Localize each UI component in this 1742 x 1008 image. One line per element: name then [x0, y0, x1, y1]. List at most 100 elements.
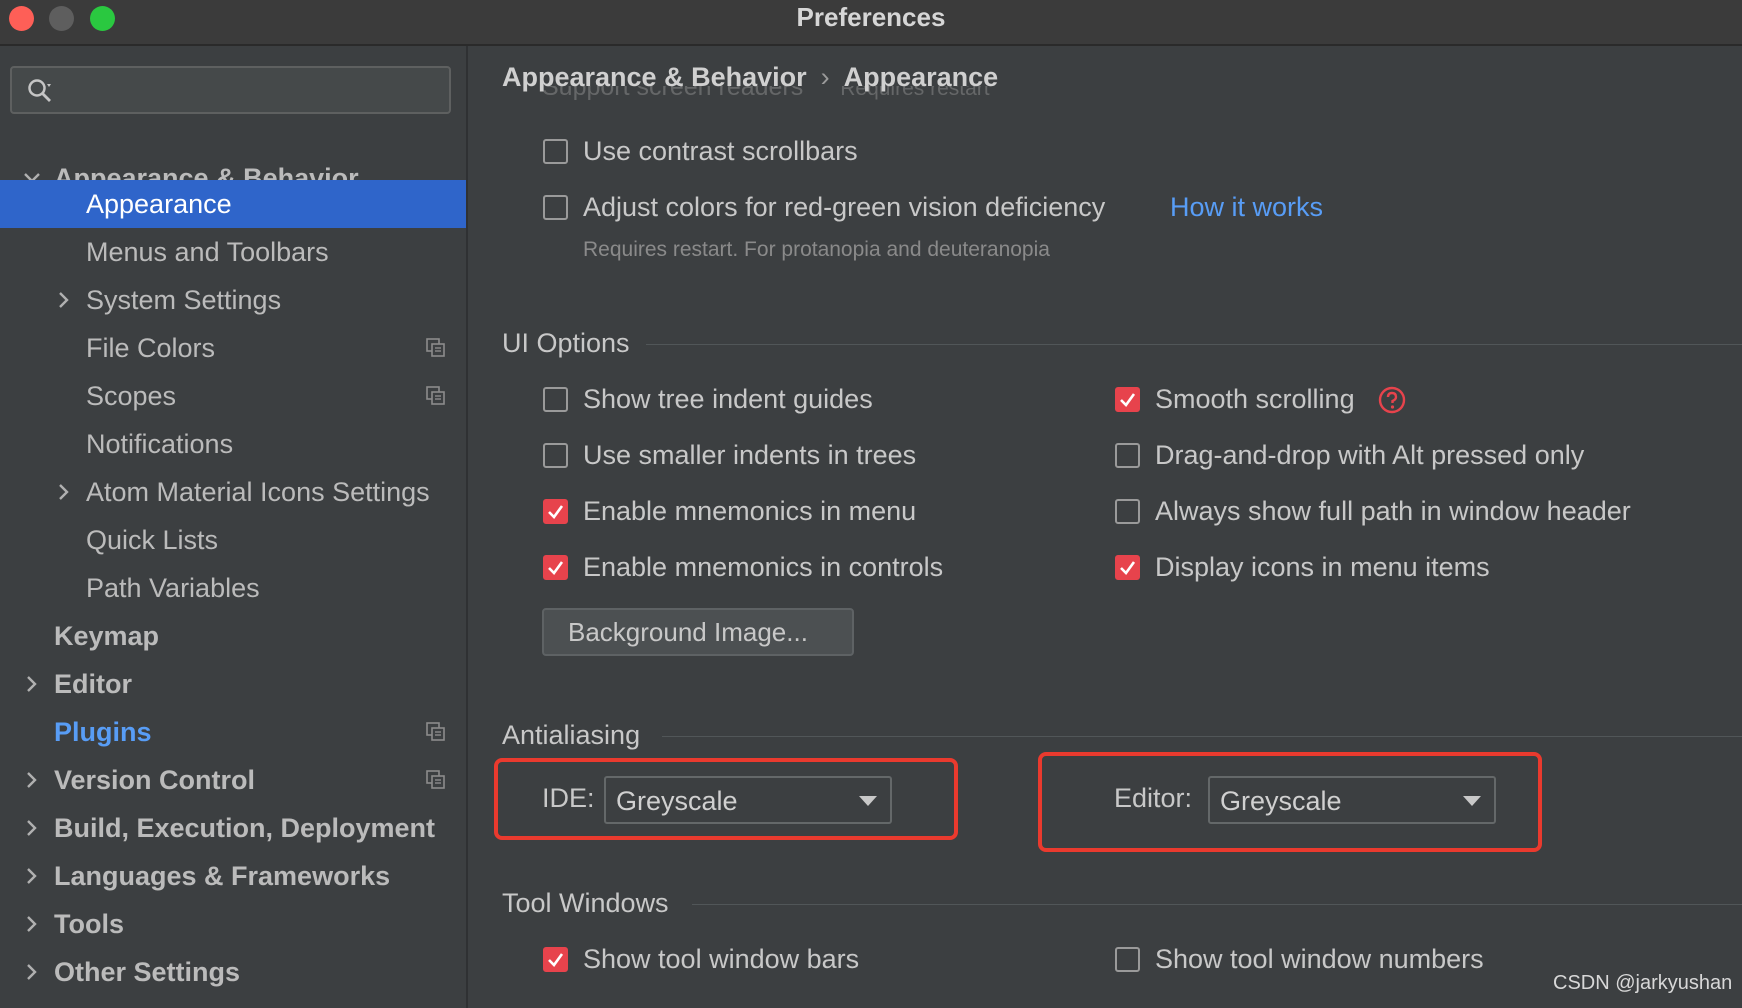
checkbox-box[interactable]	[543, 195, 568, 220]
select-value: Greyscale	[1220, 786, 1342, 816]
sidebar-item-label: Path Variables	[86, 573, 260, 603]
sidebar-item-label: Build, Execution, Deployment	[54, 813, 436, 843]
sidebar-item-label: Menus and Toolbars	[86, 237, 329, 267]
sidebar-item-path-variables[interactable]: Path Variables	[0, 564, 466, 612]
checkbox-label: Drag-and-drop with Alt pressed only	[1155, 440, 1585, 470]
chevron-right-icon[interactable]	[22, 866, 42, 886]
checkbox-label: Smooth scrolling	[1155, 384, 1355, 414]
checkbox-box[interactable]	[543, 555, 568, 580]
checkmark-icon	[548, 561, 564, 575]
sidebar-item-plugins[interactable]: Plugins	[0, 708, 466, 756]
dropdown-arrow-icon	[1463, 796, 1481, 806]
dropdown-arrow-icon	[859, 796, 877, 806]
ide-antialiasing-select[interactable]: Greyscale	[604, 776, 892, 824]
how-it-works-link[interactable]: How it works	[1170, 192, 1323, 223]
sidebar-item-label: System Settings	[86, 285, 282, 315]
chevron-right-icon[interactable]	[54, 290, 74, 310]
breadcrumb-current: Appearance	[843, 62, 999, 92]
sidebar-item-appearance[interactable]: Appearance	[0, 180, 466, 228]
checkbox-label: Show tree indent guides	[583, 384, 873, 414]
chevron-right-icon[interactable]	[22, 962, 42, 982]
sidebar-item-label: Quick Lists	[86, 525, 219, 555]
sidebar-item-scopes[interactable]: Scopes	[0, 372, 466, 420]
chevron-right-icon[interactable]	[22, 674, 42, 694]
breadcrumb-parent[interactable]: Appearance & Behavior	[502, 62, 807, 92]
select-value: Greyscale	[616, 786, 738, 816]
antialiasing-title: Antialiasing	[502, 720, 641, 750]
sidebar-item-build-execution-deployment[interactable]: Build, Execution, Deployment	[0, 804, 466, 852]
section-divider	[662, 736, 1742, 737]
chevron-right-icon[interactable]	[54, 482, 74, 502]
checkbox-box[interactable]	[1115, 443, 1140, 468]
checkbox-label: Adjust colors for red-green vision defic…	[583, 192, 1106, 222]
sidebar-item-version-control[interactable]: Version Control	[0, 756, 466, 804]
checkbox-box[interactable]	[1115, 947, 1140, 972]
checkbox-box[interactable]	[1115, 499, 1140, 524]
settings-content: Support screen readers Requires restart …	[470, 46, 1742, 1008]
sidebar-item-atom-material-icons[interactable]: Atom Material Icons Settings	[0, 468, 466, 516]
sidebar-item-label: Languages & Frameworks	[54, 861, 391, 891]
checkbox-box[interactable]	[543, 139, 568, 164]
checkbox-label: Show tool window bars	[583, 944, 860, 974]
ide-antialiasing-label: IDE:	[542, 783, 595, 813]
chevron-right-icon[interactable]	[22, 770, 42, 790]
section-divider	[692, 904, 1742, 905]
background-image-button[interactable]: Background Image...	[542, 608, 854, 656]
search-icon	[28, 79, 51, 102]
checkmark-icon	[548, 953, 564, 967]
sidebar-item-label: File Colors	[86, 333, 216, 363]
breadcrumb: Appearance & Behavior › Appearance	[502, 62, 998, 102]
watermark: CSDN @jarkyushan	[1553, 972, 1733, 994]
project-level-icon	[426, 770, 445, 789]
sidebar-item-label: Atom Material Icons Settings	[86, 477, 430, 507]
ui-options-title: UI Options	[502, 328, 630, 358]
color-deficiency-hint: Requires restart. For protanopia and deu…	[583, 238, 1050, 261]
sidebar-item-label: Other Settings	[54, 957, 241, 987]
sidebar-item-notifications[interactable]: Notifications	[0, 420, 466, 468]
chevron-right-icon[interactable]	[22, 818, 42, 838]
checkbox-box[interactable]	[1115, 555, 1140, 580]
checkmark-icon	[548, 505, 564, 519]
checkbox-label: Enable mnemonics in menu	[583, 496, 917, 526]
help-icon[interactable]	[1378, 386, 1406, 414]
sidebar-item-menus-toolbars[interactable]: Menus and Toolbars	[0, 228, 466, 276]
checkbox-box[interactable]	[1115, 387, 1140, 412]
chevron-right-icon[interactable]	[22, 914, 42, 934]
tool-windows-title: Tool Windows	[502, 888, 669, 918]
project-level-icon	[426, 722, 445, 741]
checkbox-box[interactable]	[543, 387, 568, 412]
section-divider	[646, 344, 1742, 345]
window-title: Preferences	[796, 2, 946, 32]
sidebar-item-file-colors[interactable]: File Colors	[0, 324, 466, 372]
project-level-icon	[426, 386, 445, 405]
checkbox-box[interactable]	[543, 443, 568, 468]
checkmark-icon	[1120, 393, 1136, 407]
checkbox-label: Show tool window numbers	[1155, 944, 1484, 974]
editor-antialiasing-select[interactable]: Greyscale	[1208, 776, 1496, 824]
sidebar-item-label: Tools	[54, 909, 124, 939]
sidebar-item-editor[interactable]: Editor	[0, 660, 466, 708]
checkbox-label: Use contrast scrollbars	[583, 136, 858, 166]
sidebar-item-keymap[interactable]: Keymap	[0, 612, 466, 660]
sidebar-item-languages-frameworks[interactable]: Languages & Frameworks	[0, 852, 466, 900]
sidebar-item-label: Scopes	[86, 381, 177, 411]
sidebar-item-other-settings[interactable]: Other Settings	[0, 948, 466, 996]
search-input[interactable]	[10, 66, 451, 114]
project-level-icon	[426, 338, 445, 357]
checkbox-label: Enable mnemonics in controls	[583, 552, 944, 582]
checkmark-icon	[1120, 561, 1136, 575]
sidebar-item-label: Keymap	[54, 621, 160, 651]
sidebar-item-quick-lists[interactable]: Quick Lists	[0, 516, 466, 564]
checkbox-box[interactable]	[543, 499, 568, 524]
editor-antialiasing-label: Editor:	[1114, 783, 1193, 813]
sidebar-item-tools[interactable]: Tools	[0, 900, 466, 948]
title-bar: Preferences	[0, 0, 1742, 46]
sidebar-item-label: Plugins	[54, 717, 152, 747]
sidebar-item-label: Version Control	[54, 765, 256, 795]
checkbox-box[interactable]	[543, 947, 568, 972]
sidebar-item-system-settings[interactable]: System Settings	[0, 276, 466, 324]
breadcrumb-separator: ›	[820, 62, 830, 92]
sidebar-item-label: Editor	[54, 669, 132, 699]
sidebar-item-label: Appearance	[86, 189, 232, 219]
checkbox-label: Display icons in menu items	[1155, 552, 1490, 582]
